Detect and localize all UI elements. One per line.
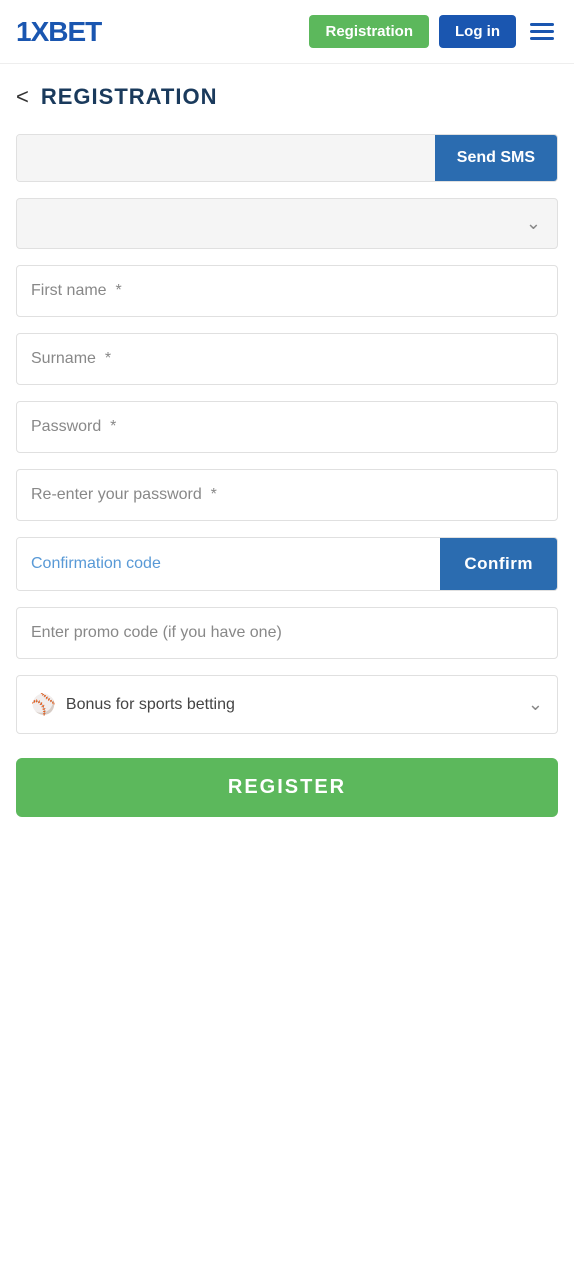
page-title: REGISTRATION [41,84,218,110]
phone-row: Send SMS [16,134,558,182]
logo: 1XBET [16,16,101,48]
phone-input[interactable] [17,135,435,181]
hamburger-menu-icon[interactable] [526,19,558,44]
register-button[interactable]: REGISTER [16,758,558,817]
soccer-ball-icon: ⚾ [31,692,56,717]
bonus-chevron-icon: ⌄ [528,694,543,715]
registration-page: < REGISTRATION Send SMS ⌄ Confirm ⚾ Bonu… [0,64,574,857]
confirmation-code-input[interactable] [17,538,440,590]
password-input[interactable] [16,401,558,453]
back-button[interactable]: < [16,84,29,110]
bonus-dropdown[interactable]: ⚾ Bonus for sports betting ⌄ [16,675,558,734]
confirmation-code-row: Confirm [16,537,558,591]
title-row: < REGISTRATION [16,64,558,134]
reenter-password-input[interactable] [16,469,558,521]
promo-code-input[interactable] [16,607,558,659]
surname-input[interactable] [16,333,558,385]
country-dropdown[interactable]: ⌄ [16,198,558,249]
first-name-input[interactable] [16,265,558,317]
header-actions: Registration Log in [309,15,558,48]
bonus-label: Bonus for sports betting [66,696,235,714]
registration-button[interactable]: Registration [309,15,429,48]
confirm-button[interactable]: Confirm [440,538,557,590]
login-button[interactable]: Log in [439,15,516,48]
chevron-down-icon: ⌄ [526,213,541,234]
header: 1XBET Registration Log in [0,0,574,64]
bonus-left: ⚾ Bonus for sports betting [31,692,235,717]
send-sms-button[interactable]: Send SMS [435,135,557,181]
